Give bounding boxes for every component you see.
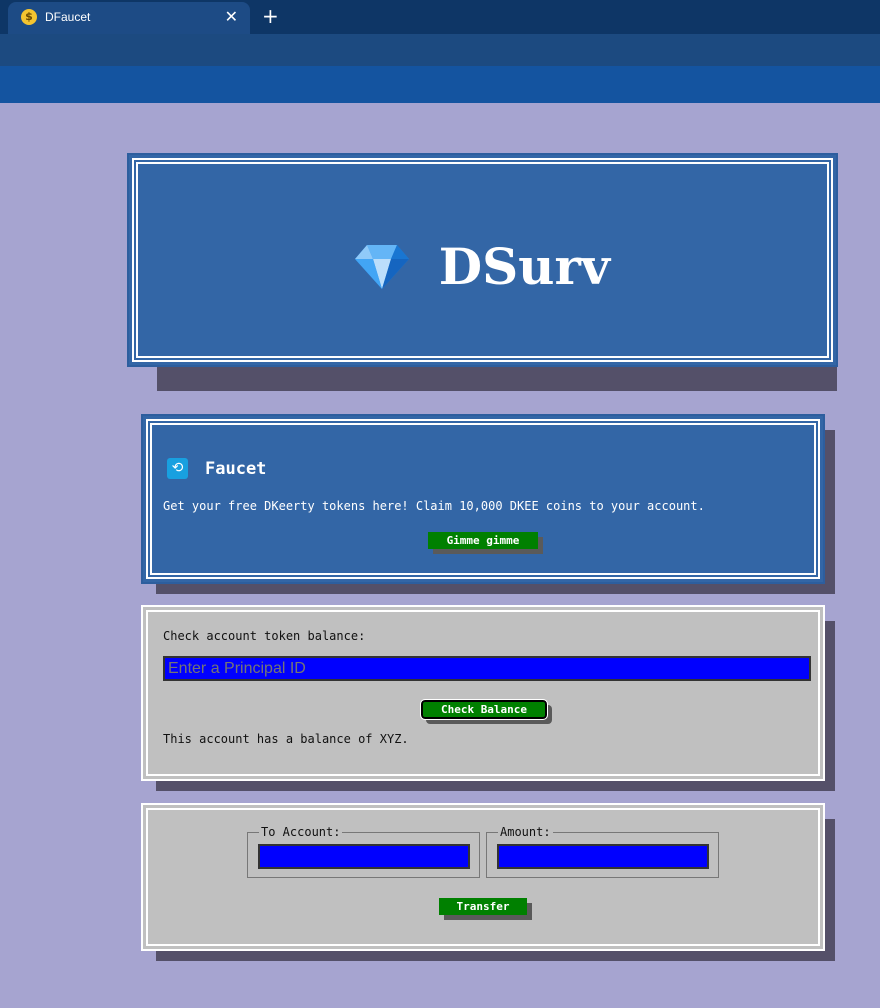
transfer-panel: To Account: Amount: Transfer bbox=[141, 803, 825, 951]
diamond-icon bbox=[355, 244, 410, 289]
close-tab-icon[interactable]: ✕ bbox=[225, 7, 238, 26]
gimme-gimme-button[interactable]: Gimme gimme bbox=[428, 532, 538, 549]
faucet-panel: ⟲ Faucet Get your free DKeerty tokens he… bbox=[141, 414, 825, 584]
faucet-title: Faucet bbox=[205, 459, 267, 479]
balance-label: Check account token balance: bbox=[163, 629, 366, 643]
logo: DSurv bbox=[129, 237, 836, 296]
amount-label: Amount: bbox=[500, 825, 551, 839]
balance-panel: Check account token balance: Check Balan… bbox=[141, 605, 825, 781]
browser-tab-bar: $ DFaucet ✕ + bbox=[0, 0, 880, 34]
new-tab-icon[interactable]: + bbox=[262, 4, 279, 28]
header-panel: DSurv bbox=[127, 153, 838, 367]
bookmark-bar bbox=[0, 66, 880, 103]
amount-input[interactable] bbox=[497, 844, 709, 869]
to-account-label: To Account: bbox=[261, 825, 341, 839]
faucet-description: Get your free DKeerty tokens here! Claim… bbox=[163, 499, 705, 513]
to-account-input[interactable] bbox=[258, 844, 470, 869]
app-title: DSurv bbox=[438, 237, 610, 296]
principal-id-input[interactable] bbox=[163, 656, 811, 681]
faucet-icon: ⟲ bbox=[167, 458, 188, 479]
check-balance-button[interactable]: Check Balance bbox=[420, 699, 548, 720]
browser-tab[interactable]: $ DFaucet ✕ bbox=[8, 2, 250, 34]
transfer-button[interactable]: Transfer bbox=[439, 898, 527, 915]
money-face-icon: $ bbox=[21, 9, 37, 25]
address-bar[interactable] bbox=[0, 34, 880, 66]
tab-title: DFaucet bbox=[45, 10, 91, 24]
balance-result: This account has a balance of XYZ. bbox=[163, 732, 409, 746]
